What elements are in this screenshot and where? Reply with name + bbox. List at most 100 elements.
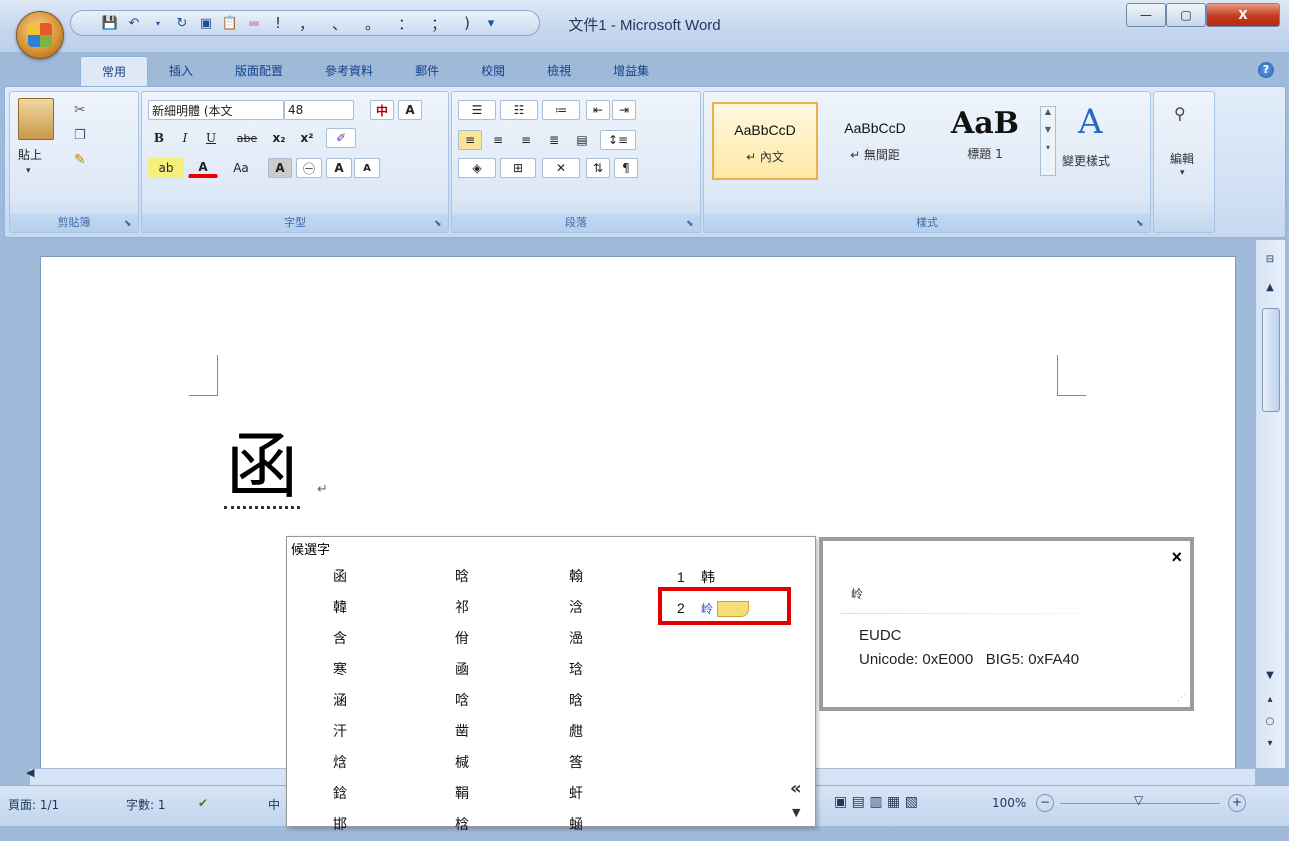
increase-indent-icon[interactable]: ⇥ <box>612 100 636 120</box>
resize-grip-icon[interactable]: ⋰ <box>1177 692 1186 703</box>
subscript-button[interactable]: x₂ <box>266 128 292 148</box>
style-no-spacing[interactable]: AaBbCcD ↵ 無間距 <box>822 102 928 180</box>
candidate-item[interactable]: 函 <box>333 562 347 593</box>
candidate-item[interactable]: 晗 <box>569 686 583 717</box>
candidate-item[interactable]: 佾 <box>455 624 469 655</box>
vertical-scrollbar[interactable]: ⊟ ▲ ▼ ▴ ○ ▾ <box>1255 240 1285 768</box>
change-styles-icon[interactable]: A <box>1078 102 1103 142</box>
office-button[interactable] <box>16 11 64 59</box>
font-launcher-icon[interactable]: ⬊ <box>434 219 444 229</box>
borders-icon[interactable]: ⊞ <box>500 158 536 178</box>
tab-home[interactable]: 常用 <box>80 56 149 87</box>
font-color-icon[interactable]: A <box>188 158 218 178</box>
proofing-icon[interactable]: ✔ <box>198 796 208 810</box>
underline-button[interactable]: U <box>200 128 222 148</box>
candidate-item[interactable]: 鞙 <box>455 779 469 810</box>
show-marks-icon[interactable]: ¶ <box>614 158 638 178</box>
zoom-slider-thumb-icon[interactable]: ▽ <box>1134 793 1143 807</box>
cut-icon[interactable]: ✂ <box>74 102 86 118</box>
numbering-icon[interactable]: ☷ <box>500 100 538 120</box>
candidate-item[interactable]: 含 <box>333 624 347 655</box>
candidate-item[interactable]: 凾 <box>455 655 469 686</box>
align-left-icon[interactable]: ≡ <box>458 130 482 150</box>
candidate-item[interactable]: 唅 <box>455 686 469 717</box>
grow-font-button[interactable]: A <box>326 158 352 178</box>
enclose-char-icon[interactable]: ㊀ <box>296 158 322 178</box>
zoom-level[interactable]: 100% <box>992 796 1026 810</box>
asian-layout-icon[interactable]: ✕ <box>542 158 580 178</box>
candidate-item[interactable]: 汗 <box>333 717 347 748</box>
tab-mailings[interactable]: 郵件 <box>394 56 460 86</box>
char-border-icon[interactable]: A <box>398 100 422 120</box>
copy-icon[interactable]: ❐ <box>74 128 86 143</box>
align-center-icon[interactable]: ≡ <box>486 130 510 150</box>
superscript-button[interactable]: x² <box>294 128 320 148</box>
candidate-item[interactable]: 祁 <box>455 593 469 624</box>
candidate-item[interactable]: 浛 <box>569 593 583 624</box>
tab-addins[interactable]: 增益集 <box>592 56 670 86</box>
shrink-font-button[interactable]: A <box>354 158 380 178</box>
scroll-down-icon[interactable]: ▼ <box>1261 668 1279 684</box>
candidate-item[interactable]: 筨 <box>569 748 583 779</box>
shading-icon[interactable]: ◈ <box>458 158 496 178</box>
scroll-thumb[interactable] <box>1262 308 1280 412</box>
tab-view[interactable]: 檢視 <box>526 56 592 86</box>
language-indicator[interactable]: 中 <box>268 796 280 813</box>
help-icon[interactable]: ? <box>1258 62 1274 78</box>
font-name-select[interactable]: 新細明體 (本文 <box>148 100 284 120</box>
paste-dropdown-icon[interactable]: ▾ <box>26 166 31 176</box>
candidate-item[interactable]: 晗 <box>455 562 469 593</box>
editing-dropdown-icon[interactable]: ▾ <box>1180 168 1185 178</box>
scroll-up-icon[interactable]: ▲ <box>1261 280 1279 296</box>
italic-button[interactable]: I <box>174 128 196 148</box>
maximize-button[interactable]: ▢ <box>1166 3 1206 27</box>
style-heading1[interactable]: AaB 標題 1 <box>932 102 1038 180</box>
candidate-item[interactable]: 焓 <box>333 748 347 779</box>
bullets-icon[interactable]: ☰ <box>458 100 496 120</box>
tab-page-layout[interactable]: 版面配置 <box>214 56 304 86</box>
candidate-item[interactable]: 翰 <box>569 562 583 593</box>
line-spacing-icon[interactable]: ↕≡ <box>600 130 636 150</box>
candidate-item[interactable]: 琀 <box>569 655 583 686</box>
close-button[interactable]: X <box>1206 3 1280 27</box>
clipboard-launcher-icon[interactable]: ⬊ <box>124 219 134 229</box>
candidate-item[interactable]: 蜬 <box>569 810 583 841</box>
candidate-page-down-icon[interactable]: ▼ <box>792 806 800 819</box>
candidate-item[interactable]: 寒 <box>333 655 347 686</box>
document-text[interactable]: 函 <box>224 426 301 509</box>
info-close-button[interactable]: × <box>1171 547 1182 568</box>
word-count[interactable]: 字數: 1 <box>126 796 166 813</box>
select-browse-icon[interactable]: ○ <box>1261 714 1279 730</box>
next-page-icon[interactable]: ▾ <box>1261 736 1279 752</box>
font-size-select[interactable]: 48 <box>284 100 354 120</box>
candidate-item[interactable]: 梒 <box>455 810 469 841</box>
prev-page-icon[interactable]: ▴ <box>1261 692 1279 708</box>
view-ruler-icon[interactable]: ⊟ <box>1261 252 1279 268</box>
expand-candidates-button[interactable]: « <box>790 778 802 799</box>
change-case-button[interactable]: Aa <box>222 158 260 178</box>
multilevel-list-icon[interactable]: ≔ <box>542 100 580 120</box>
justify-icon[interactable]: ≣ <box>542 130 566 150</box>
candidate-item[interactable]: 凿 <box>455 717 469 748</box>
view-buttons-icon[interactable]: ▣ ▤ ▥ ▦ ▧ <box>834 794 918 810</box>
style-normal[interactable]: AaBbCcD ↵ 內文 <box>712 102 818 180</box>
strikethrough-button[interactable]: abe <box>232 128 262 148</box>
candidate-item[interactable]: 甝 <box>569 717 583 748</box>
clear-format-icon[interactable]: ✐ <box>326 128 356 148</box>
char-shading-icon[interactable]: A <box>268 158 292 178</box>
candidate-item[interactable]: 澏 <box>569 624 583 655</box>
minimize-button[interactable]: — <box>1126 3 1166 27</box>
tab-insert[interactable]: 插入 <box>148 56 214 86</box>
align-right-icon[interactable]: ≡ <box>514 130 538 150</box>
format-painter-icon[interactable]: ✎ <box>74 152 86 168</box>
candidate-item[interactable]: 邯 <box>333 810 347 841</box>
highlight-icon[interactable]: ab <box>148 158 184 178</box>
styles-scroll[interactable]: ▲ ▼ ▾ <box>1040 106 1056 176</box>
candidate-item[interactable]: 虷 <box>569 779 583 810</box>
distributed-icon[interactable]: ▤ <box>570 130 594 150</box>
scroll-left-icon[interactable]: ◀ <box>26 766 34 779</box>
paste-button-label[interactable]: 貼上 <box>18 146 42 163</box>
zoom-in-button[interactable]: + <box>1228 794 1246 812</box>
styles-launcher-icon[interactable]: ⬊ <box>1136 219 1146 229</box>
zoom-out-button[interactable]: − <box>1036 794 1054 812</box>
